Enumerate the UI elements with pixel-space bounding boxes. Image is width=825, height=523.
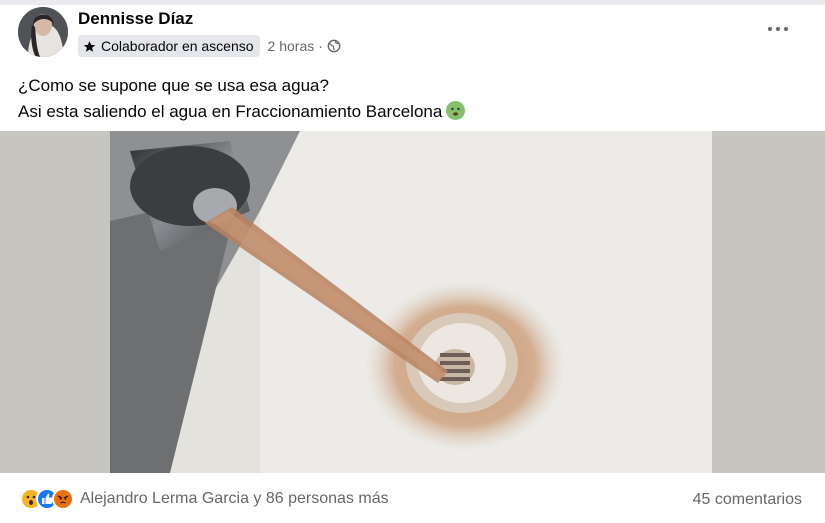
post-text-line-2-content: Asi esta saliendo el agua en Fraccionami…	[18, 102, 443, 121]
post-header: Dennisse Díaz Colaborador en ascenso 2 h…	[0, 5, 825, 65]
globe-icon[interactable]	[327, 39, 341, 53]
post-text-line-1: ¿Como se supone que se usa esa agua?	[18, 76, 329, 95]
nauseated-face-emoji-icon	[446, 101, 466, 120]
sink-water-photo	[0, 131, 825, 473]
post-time[interactable]: 2 horas	[268, 38, 315, 54]
post-text: ¿Como se supone que se usa esa agua? Asi…	[18, 73, 466, 125]
author-name[interactable]: Dennisse Díaz	[78, 9, 193, 29]
comments-count[interactable]: 45 comentarios	[693, 491, 802, 509]
reactions-summary[interactable]: Alejandro Lerma Garcia y 86 personas más	[20, 488, 389, 510]
post-image[interactable]	[0, 131, 825, 473]
post-meta: Colaborador en ascenso 2 horas ·	[78, 35, 341, 57]
reactions-text[interactable]: Alejandro Lerma Garcia y 86 personas más	[80, 490, 389, 508]
author-avatar[interactable]	[18, 7, 68, 57]
badge-label: Colaborador en ascenso	[101, 38, 254, 54]
star-icon	[83, 40, 96, 52]
meta-separator: ·	[318, 38, 323, 54]
post-text-line-2: Asi esta saliendo el agua en Fraccionami…	[18, 99, 466, 125]
post-footer: Alejandro Lerma Garcia y 86 personas más…	[0, 473, 825, 523]
avatar-photo-icon	[18, 7, 68, 57]
angry-reaction-icon	[52, 488, 74, 510]
contributor-badge[interactable]: Colaborador en ascenso	[78, 35, 260, 57]
post-card: Dennisse Díaz Colaborador en ascenso 2 h…	[0, 0, 825, 523]
more-options-icon[interactable]	[768, 23, 792, 35]
